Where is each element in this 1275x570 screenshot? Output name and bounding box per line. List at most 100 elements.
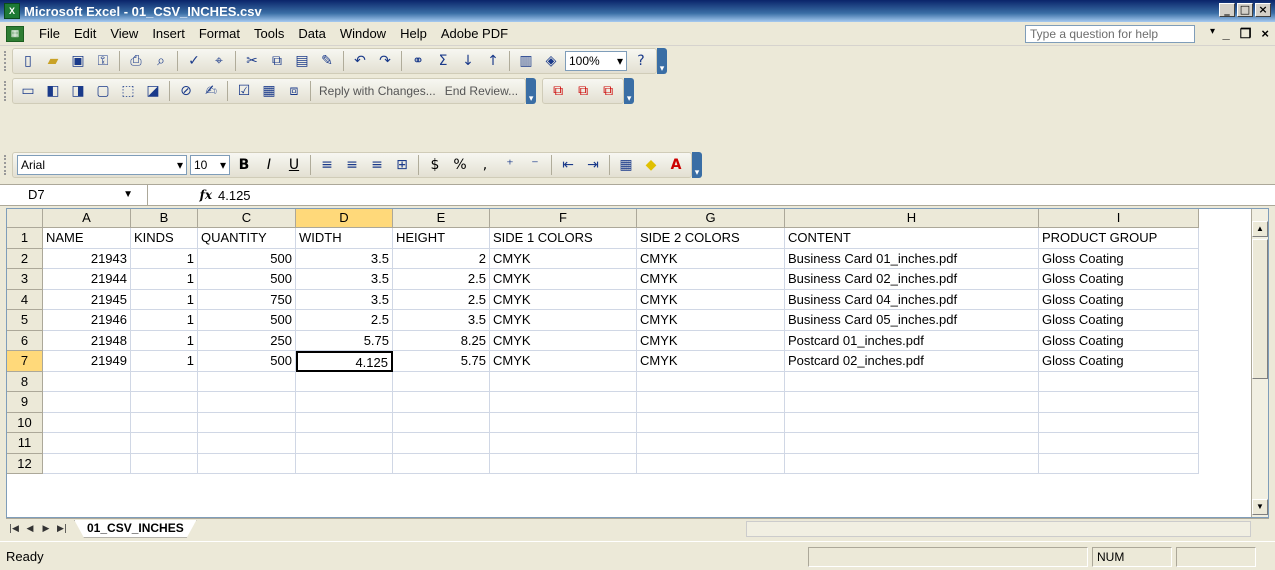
autosum-icon[interactable]: Σ (432, 50, 454, 72)
cell[interactable] (785, 433, 1039, 454)
cell[interactable]: WIDTH (296, 228, 393, 249)
row-header[interactable]: 5 (7, 310, 43, 331)
cell[interactable] (637, 371, 785, 392)
research-icon[interactable]: ⌖ (208, 50, 230, 72)
percent-icon[interactable]: % (449, 154, 471, 176)
cell[interactable] (1039, 453, 1199, 474)
cell[interactable]: 1 (131, 351, 198, 372)
cell[interactable]: CMYK (637, 289, 785, 310)
cell[interactable]: PRODUCT GROUP (1039, 228, 1199, 249)
row-header[interactable]: 1 (7, 228, 43, 249)
chart-wizard-icon[interactable]: ▥ (515, 50, 537, 72)
cell[interactable] (198, 371, 296, 392)
cell[interactable]: CMYK (637, 269, 785, 290)
hyperlink-icon[interactable]: ⚭ (407, 50, 429, 72)
comma-style-icon[interactable]: , (474, 154, 496, 176)
column-header-b[interactable]: B (131, 209, 198, 228)
cell[interactable]: 1 (131, 289, 198, 310)
cell[interactable] (490, 371, 637, 392)
cell[interactable] (296, 412, 393, 433)
cell[interactable]: 500 (198, 248, 296, 269)
column-header-a[interactable]: A (43, 209, 131, 228)
column-header-e[interactable]: E (393, 209, 490, 228)
cell[interactable] (131, 453, 198, 474)
cell[interactable] (490, 412, 637, 433)
cell[interactable] (393, 412, 490, 433)
close-button[interactable]: × (1255, 3, 1271, 17)
workbook-icon[interactable]: ▦ (6, 25, 24, 42)
ink-annotations-icon[interactable]: ✍ (200, 80, 222, 102)
cell[interactable] (1039, 433, 1199, 454)
paste-icon[interactable]: ▤ (291, 50, 313, 72)
pdf-review-icon[interactable]: ⧉ (597, 80, 619, 102)
format-toolbar-options-icon[interactable]: ▾ (692, 152, 702, 178)
cell[interactable] (198, 392, 296, 413)
first-sheet-icon[interactable]: |◀ (6, 524, 22, 534)
cell[interactable] (637, 412, 785, 433)
name-box-dropdown-icon[interactable]: ▼ (123, 185, 133, 205)
cell[interactable]: CMYK (490, 351, 637, 372)
help-icon[interactable]: ? (630, 50, 652, 72)
show-comment-icon[interactable]: ▢ (92, 80, 114, 102)
cell[interactable]: 250 (198, 330, 296, 351)
cell[interactable] (43, 433, 131, 454)
cell[interactable] (43, 371, 131, 392)
menu-edit[interactable]: Edit (67, 26, 103, 41)
insert-function-icon[interactable]: fx (148, 188, 218, 202)
menu-data[interactable]: Data (291, 26, 332, 41)
cell[interactable]: CMYK (490, 330, 637, 351)
cell[interactable]: 21949 (43, 351, 131, 372)
cell[interactable]: SIDE 1 COLORS (490, 228, 637, 249)
review-toolbar-options-icon[interactable]: ▾ (526, 78, 537, 104)
cell[interactable] (490, 453, 637, 474)
row-header[interactable]: 7 (7, 351, 43, 372)
cell[interactable]: 5.75 (296, 330, 393, 351)
pdf-toolbar-options-icon[interactable]: ▾ (624, 78, 635, 104)
cell[interactable]: Gloss Coating (1039, 289, 1199, 310)
menu-window[interactable]: Window (333, 26, 393, 41)
highlight-changes-icon[interactable]: ▦ (258, 80, 280, 102)
menu-tools[interactable]: Tools (247, 26, 291, 41)
cell[interactable]: Gloss Coating (1039, 269, 1199, 290)
pdf-email-icon[interactable]: ⧉ (572, 80, 594, 102)
cell[interactable]: 21948 (43, 330, 131, 351)
compare-icon[interactable]: ⧈ (283, 80, 305, 102)
column-header-c[interactable]: C (198, 209, 296, 228)
cell[interactable]: SIDE 2 COLORS (637, 228, 785, 249)
cell[interactable] (131, 412, 198, 433)
row-header[interactable]: 6 (7, 330, 43, 351)
next-comment-icon[interactable]: ◨ (67, 80, 89, 102)
cell[interactable]: Business Card 02_inches.pdf (785, 269, 1039, 290)
cut-icon[interactable]: ✂ (241, 50, 263, 72)
cell[interactable] (296, 433, 393, 454)
align-right-icon[interactable]: ≡ (366, 154, 388, 176)
new-comment-icon[interactable]: ▭ (17, 80, 39, 102)
cell[interactable]: 21945 (43, 289, 131, 310)
last-sheet-icon[interactable]: ▶| (54, 524, 70, 534)
row-header[interactable]: 3 (7, 269, 43, 290)
cell[interactable]: 1 (131, 330, 198, 351)
align-left-icon[interactable]: ≡ (316, 154, 338, 176)
cell[interactable]: Gloss Coating (1039, 351, 1199, 372)
menu-help[interactable]: Help (393, 26, 434, 41)
cell[interactable]: Gloss Coating (1039, 330, 1199, 351)
fill-color-icon[interactable]: ◆ (640, 154, 662, 176)
scroll-up-icon[interactable]: ▲ (1252, 221, 1268, 237)
prev-sheet-icon[interactable]: ◀ (22, 524, 38, 534)
row-header[interactable]: 4 (7, 289, 43, 310)
font-color-icon[interactable]: A (665, 154, 687, 176)
cell[interactable] (131, 433, 198, 454)
menu-view[interactable]: View (103, 26, 145, 41)
font-select[interactable]: Arial (17, 155, 187, 175)
show-all-comments-icon[interactable]: ⬚ (117, 80, 139, 102)
decrease-indent-icon[interactable]: ⇤ (557, 154, 579, 176)
cell[interactable]: 2.5 (393, 289, 490, 310)
cell[interactable] (785, 392, 1039, 413)
cell[interactable]: 3.5 (296, 269, 393, 290)
increase-decimal-icon[interactable]: ⁺ (499, 154, 521, 176)
cell[interactable]: QUANTITY (198, 228, 296, 249)
cell[interactable]: CMYK (637, 248, 785, 269)
cell[interactable]: 2.5 (296, 310, 393, 331)
row-header[interactable]: 10 (7, 412, 43, 433)
cell[interactable] (198, 433, 296, 454)
